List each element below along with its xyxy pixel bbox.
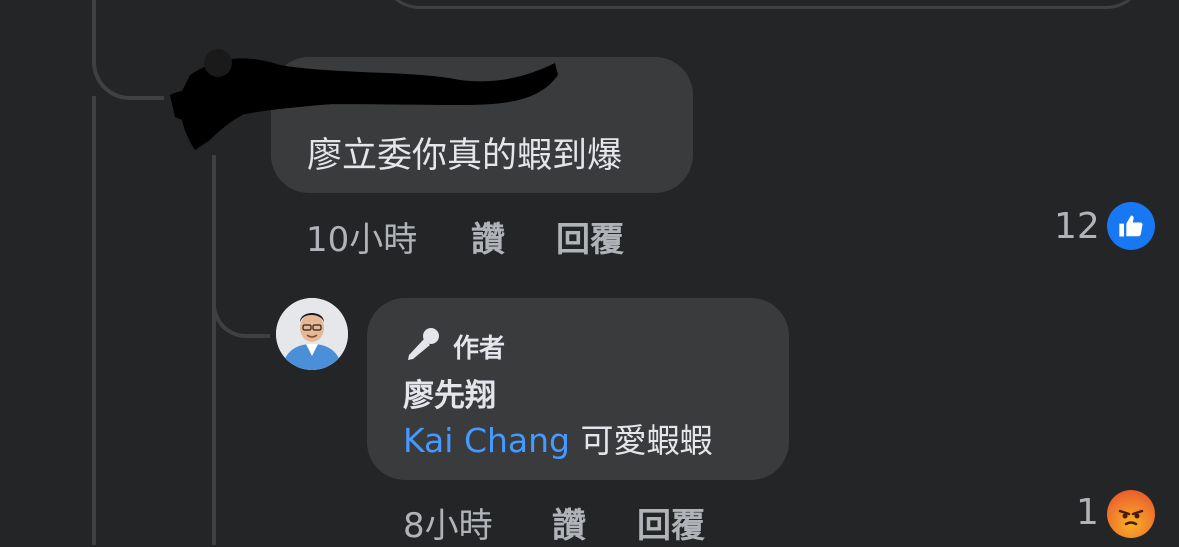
like-icon[interactable]	[1107, 202, 1155, 250]
reply-connector	[212, 260, 270, 338]
thread-line-left	[92, 96, 96, 545]
reaction-count[interactable]: 1	[1076, 492, 1099, 533]
microphone-icon	[403, 326, 443, 366]
comment-time[interactable]: 8小時	[403, 498, 493, 547]
reply-button[interactable]: 回覆	[637, 498, 705, 547]
redacted-author	[170, 49, 558, 150]
angry-icon[interactable]	[1107, 490, 1155, 538]
thread-connector-top	[92, 0, 164, 100]
comment-bubble[interactable]: 作者 廖先翔 Kai Chang 可愛蝦蝦	[367, 298, 789, 480]
author-name[interactable]: 廖先翔	[403, 370, 496, 415]
reaction-count[interactable]: 12	[1054, 206, 1100, 247]
like-button[interactable]: 讚	[471, 212, 505, 261]
comment-text: 可愛蝦蝦	[580, 421, 713, 460]
author-badge: 作者	[453, 334, 506, 364]
reply-button[interactable]: 回覆	[556, 212, 624, 261]
like-button[interactable]: 讚	[552, 498, 586, 547]
comment-time[interactable]: 10小時	[306, 212, 417, 261]
mention-link[interactable]: Kai Chang	[403, 421, 570, 460]
thread-line-reply	[212, 155, 216, 545]
avatar[interactable]	[276, 298, 348, 370]
previous-bubble-edge	[380, 0, 1146, 9]
